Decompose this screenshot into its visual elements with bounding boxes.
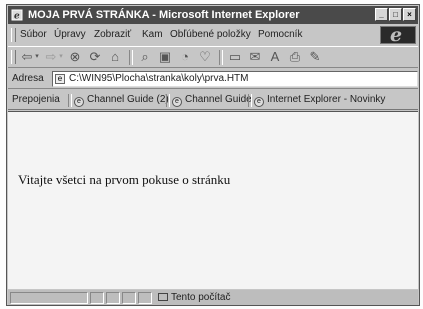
address-url[interactable]: C:\WIN95\Plocha\stranka\koly\prva.HTM: [69, 73, 249, 84]
link-ie-news[interactable]: e Internet Explorer - Novinky: [254, 94, 385, 107]
ie-page-icon: e: [11, 9, 23, 21]
address-input[interactable]: e C:\WIN95\Plocha\stranka\koly\prva.HTM: [52, 71, 418, 87]
ie-logo: e: [380, 24, 416, 46]
edit-icon[interactable]: ✎: [308, 50, 322, 64]
fullscreen-icon[interactable]: ▭: [228, 50, 242, 64]
menu-view[interactable]: Zobraziť: [94, 29, 131, 40]
status-bar: Tento počítač: [8, 290, 418, 305]
links-separator: [166, 94, 170, 107]
status-panel: [138, 292, 152, 304]
page-text: Vitajte všetci na prvom pokuse o stránku: [18, 172, 231, 187]
links-label: Prepojenia: [12, 94, 60, 105]
links-separator: [68, 94, 72, 107]
menu-edit[interactable]: Úpravy: [54, 29, 86, 40]
status-panel: [90, 292, 104, 304]
link-channel-guide-2[interactable]: e Channel Guide (2): [74, 94, 169, 107]
computer-icon: [158, 293, 168, 301]
menu-grip[interactable]: [11, 28, 16, 42]
status-panel: [122, 292, 136, 304]
menu-favorites[interactable]: Obľúbené položky: [170, 29, 251, 40]
standard-toolbar: ⇦ ▾ ⇨ ▾ ⊗ ⟳ ⌂ ⌕ ▣ ◔ ♡ ▭ ✉ A ⎙ ✎: [8, 46, 418, 68]
link-label: Channel Guide: [185, 94, 252, 105]
window-title: MOJA PRVÁ STRÁNKA - Microsoft Internet E…: [28, 9, 300, 21]
close-button[interactable]: ×: [403, 8, 416, 21]
zone-label: Tento počítač: [171, 292, 231, 303]
links-bar: Prepojenia e Channel Guide (2) e Channel G…: [8, 90, 418, 110]
maximize-button[interactable]: □: [389, 8, 402, 21]
menu-bar: Súbor Úpravy Zobraziť Kam Obľúbené polož…: [8, 24, 418, 46]
address-label: Adresa: [12, 73, 44, 84]
link-channel-guide[interactable]: e Channel Guide: [172, 94, 252, 107]
ie-logo-letter: e: [390, 24, 403, 46]
menu-file[interactable]: Súbor: [20, 29, 47, 40]
channels-icon[interactable]: ♡: [198, 50, 212, 64]
back-icon[interactable]: ⇦: [20, 50, 34, 64]
links-separator: [248, 94, 252, 107]
menu-help[interactable]: Pomocník: [258, 29, 302, 40]
link-icon: e: [172, 97, 182, 107]
security-zone: Tento počítač: [158, 292, 230, 303]
refresh-icon[interactable]: ⟳: [88, 50, 102, 64]
page-icon: e: [55, 74, 65, 84]
browser-window: e MOJA PRVÁ STRÁNKA - Microsoft Internet…: [6, 4, 420, 306]
forward-dropdown-icon[interactable]: ▾: [58, 50, 64, 64]
title-bar[interactable]: e MOJA PRVÁ STRÁNKA - Microsoft Internet…: [8, 6, 418, 24]
address-bar: Adresa e C:\WIN95\Plocha\stranka\koly\pr…: [8, 69, 418, 89]
forward-icon[interactable]: ⇨: [44, 50, 58, 64]
history-icon[interactable]: ◔: [178, 50, 192, 64]
home-icon[interactable]: ⌂: [108, 50, 122, 64]
link-label: Internet Explorer - Novinky: [267, 94, 386, 105]
menu-go[interactable]: Kam: [142, 29, 163, 40]
back-dropdown-icon[interactable]: ▾: [34, 50, 40, 64]
toolbar-separator: [219, 50, 223, 65]
stop-icon[interactable]: ⊗: [68, 50, 82, 64]
link-icon: e: [74, 97, 84, 107]
toolbar-grip[interactable]: [11, 50, 16, 64]
link-label: Channel Guide (2): [87, 94, 169, 105]
svg-text:e: e: [14, 12, 20, 22]
mail-icon[interactable]: ✉: [248, 50, 262, 64]
favorites-icon[interactable]: ▣: [158, 50, 172, 64]
minimize-button[interactable]: _: [375, 8, 388, 21]
font-icon[interactable]: A: [268, 50, 282, 64]
print-icon[interactable]: ⎙: [288, 50, 302, 64]
page-content[interactable]: Vitajte všetci na prvom pokuse o stránku: [8, 111, 418, 289]
link-icon: e: [254, 97, 264, 107]
status-panel-main: [10, 292, 88, 304]
toolbar-separator: [129, 50, 133, 65]
status-panel: [106, 292, 120, 304]
search-icon[interactable]: ⌕: [138, 50, 152, 64]
